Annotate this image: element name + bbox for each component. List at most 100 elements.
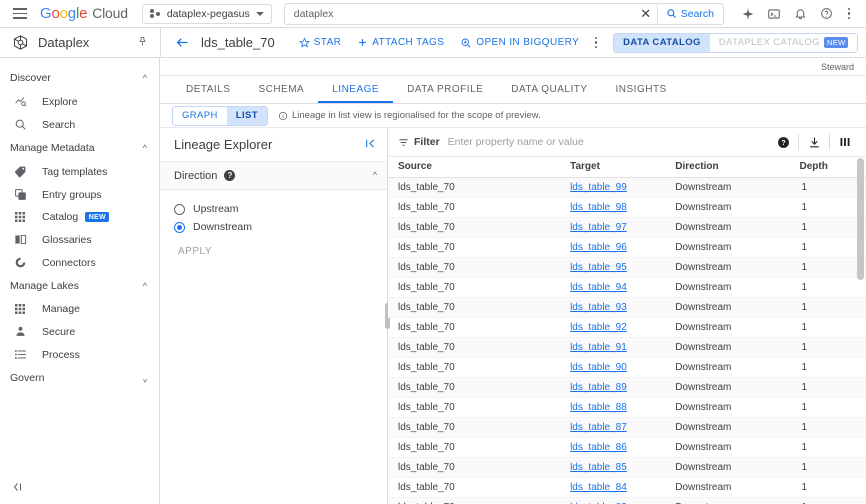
pin-icon[interactable]: [137, 36, 148, 50]
gemini-sparkle-icon[interactable]: [736, 2, 760, 26]
table-row[interactable]: lds_table_70 lds_table_90 Downstream 1: [388, 357, 866, 378]
help-circle-icon[interactable]: [814, 2, 838, 26]
target-link[interactable]: lds_table_96: [570, 242, 627, 253]
table-row[interactable]: lds_table_70 lds_table_91 Downstream 1: [388, 337, 866, 358]
segment-data-catalog[interactable]: DATA CATALOG: [614, 33, 710, 52]
target-link[interactable]: lds_table_89: [570, 382, 627, 393]
column-header-target[interactable]: Target: [560, 156, 666, 178]
table-vertical-scrollbar[interactable]: [857, 158, 864, 280]
target-link[interactable]: lds_table_86: [570, 442, 627, 453]
table-row[interactable]: lds_table_70 lds_table_88 Downstream 1: [388, 397, 866, 418]
collapse-panel-icon[interactable]: [12, 481, 24, 496]
target-link[interactable]: lds_table_92: [570, 322, 627, 333]
apply-button[interactable]: APPLY: [178, 246, 387, 257]
entity-more-vert-icon[interactable]: [587, 34, 605, 52]
cell-target[interactable]: lds_table_89: [560, 377, 666, 398]
target-link[interactable]: lds_table_97: [570, 222, 627, 233]
table-row[interactable]: lds_table_70 lds_table_99 Downstream 1: [388, 177, 866, 198]
help-filled-icon[interactable]: ?: [770, 131, 796, 153]
notifications-bell-icon[interactable]: [788, 2, 812, 26]
filter-label[interactable]: Filter: [398, 136, 440, 148]
sidebar-item-process[interactable]: Process: [0, 343, 159, 366]
nav-group-govern[interactable]: Govern ^: [0, 366, 159, 390]
global-search-box[interactable]: ✕: [283, 2, 658, 25]
table-row[interactable]: lds_table_70 lds_table_84 Downstream 1: [388, 477, 866, 498]
column-header-source[interactable]: Source: [388, 156, 561, 178]
sidebar-item-tag-templates[interactable]: Tag templates: [0, 160, 159, 183]
sidebar-item-connectors[interactable]: Connectors: [0, 251, 159, 274]
tab-data-quality[interactable]: DATA QUALITY: [497, 76, 601, 103]
cell-target[interactable]: lds_table_97: [560, 217, 666, 238]
table-row[interactable]: lds_table_70 lds_table_94 Downstream 1: [388, 277, 866, 298]
tab-insights[interactable]: INSIGHTS: [602, 76, 681, 103]
tab-schema[interactable]: SCHEMA: [244, 76, 318, 103]
search-input[interactable]: [284, 3, 635, 24]
table-row[interactable]: lds_table_70 lds_table_97 Downstream 1: [388, 217, 866, 238]
direction-section-header[interactable]: Direction ? ^: [160, 162, 387, 190]
target-link[interactable]: lds_table_99: [570, 182, 627, 193]
column-header-depth[interactable]: Depth: [789, 156, 866, 178]
cell-target[interactable]: lds_table_98: [560, 197, 666, 218]
lineage-table-scroll[interactable]: Source Target Direction Depth lds_table_…: [388, 156, 866, 504]
target-link[interactable]: lds_table_84: [570, 482, 627, 493]
cell-target[interactable]: lds_table_87: [560, 417, 666, 438]
cell-target[interactable]: lds_table_99: [560, 177, 666, 198]
target-link[interactable]: lds_table_88: [570, 402, 627, 413]
cell-target[interactable]: lds_table_93: [560, 297, 666, 318]
cell-target[interactable]: lds_table_84: [560, 477, 666, 498]
cell-target[interactable]: lds_table_90: [560, 357, 666, 378]
download-icon[interactable]: [801, 131, 827, 153]
sidebar-item-secure[interactable]: Secure: [0, 320, 159, 343]
cell-target[interactable]: lds_table_94: [560, 277, 666, 298]
filter-input[interactable]: [447, 136, 762, 148]
target-link[interactable]: lds_table_93: [570, 302, 627, 313]
target-link[interactable]: lds_table_90: [570, 362, 627, 373]
column-header-direction[interactable]: Direction: [665, 156, 790, 178]
column-settings-icon[interactable]: [832, 131, 858, 153]
target-link[interactable]: lds_table_95: [570, 262, 627, 273]
target-link[interactable]: lds_table_87: [570, 422, 627, 433]
table-row[interactable]: lds_table_70 lds_table_89 Downstream 1: [388, 377, 866, 398]
target-link[interactable]: lds_table_85: [570, 462, 627, 473]
google-cloud-logo[interactable]: Google Cloud: [40, 5, 128, 22]
table-row[interactable]: lds_table_70 lds_table_92 Downstream 1: [388, 317, 866, 338]
search-button[interactable]: Search: [656, 2, 725, 25]
target-link[interactable]: lds_table_98: [570, 202, 627, 213]
tab-details[interactable]: DETAILS: [172, 76, 244, 103]
cell-target[interactable]: lds_table_85: [560, 457, 666, 478]
cell-target[interactable]: lds_table_92: [560, 317, 666, 338]
table-row[interactable]: lds_table_70 lds_table_98 Downstream 1: [388, 197, 866, 218]
table-row[interactable]: lds_table_70lds_table_83Downstream1: [388, 497, 866, 504]
cell-target[interactable]: lds_table_91: [560, 337, 666, 358]
tab-lineage[interactable]: LINEAGE: [318, 76, 393, 103]
help-filled-icon[interactable]: ?: [224, 170, 236, 181]
more-vert-icon[interactable]: [840, 5, 858, 23]
cloud-shell-icon[interactable]: [762, 2, 786, 26]
table-row[interactable]: lds_table_70 lds_table_86 Downstream 1: [388, 437, 866, 458]
nav-group-manage-lakes[interactable]: Manage Lakes ^: [0, 274, 159, 298]
cell-target[interactable]: lds_table_95: [560, 257, 666, 278]
sidebar-item-catalog[interactable]: Catalog NEW: [0, 206, 159, 228]
back-arrow-icon[interactable]: [171, 32, 193, 54]
table-row[interactable]: lds_table_70 lds_table_93 Downstream 1: [388, 297, 866, 318]
cell-target[interactable]: lds_table_88: [560, 397, 666, 418]
hamburger-icon[interactable]: [8, 2, 32, 26]
radio-downstream[interactable]: Downstream: [174, 218, 387, 236]
star-button[interactable]: STAR: [291, 31, 350, 55]
view-toggle-graph[interactable]: GRAPH: [173, 106, 227, 125]
sidebar-item-entry-groups[interactable]: Entry groups: [0, 183, 159, 206]
radio-upstream[interactable]: Upstream: [174, 200, 387, 218]
tab-data-profile[interactable]: DATA PROFILE: [393, 76, 497, 103]
table-row[interactable]: lds_table_70 lds_table_85 Downstream 1: [388, 457, 866, 478]
attach-tags-button[interactable]: ATTACH TAGS: [349, 31, 452, 55]
table-row[interactable]: lds_table_70 lds_table_87 Downstream 1: [388, 417, 866, 438]
table-row[interactable]: lds_table_70 lds_table_96 Downstream 1: [388, 237, 866, 258]
table-row[interactable]: lds_table_70 lds_table_95 Downstream 1: [388, 257, 866, 278]
sidebar-item-glossaries[interactable]: Glossaries: [0, 228, 159, 251]
cell-target[interactable]: lds_table_86: [560, 437, 666, 458]
sidebar-item-search[interactable]: Search: [0, 113, 159, 136]
target-link[interactable]: lds_table_94: [570, 282, 627, 293]
target-link[interactable]: lds_table_91: [570, 342, 627, 353]
nav-group-manage-metadata[interactable]: Manage Metadata ^: [0, 136, 159, 160]
cell-target[interactable]: lds_table_96: [560, 237, 666, 258]
